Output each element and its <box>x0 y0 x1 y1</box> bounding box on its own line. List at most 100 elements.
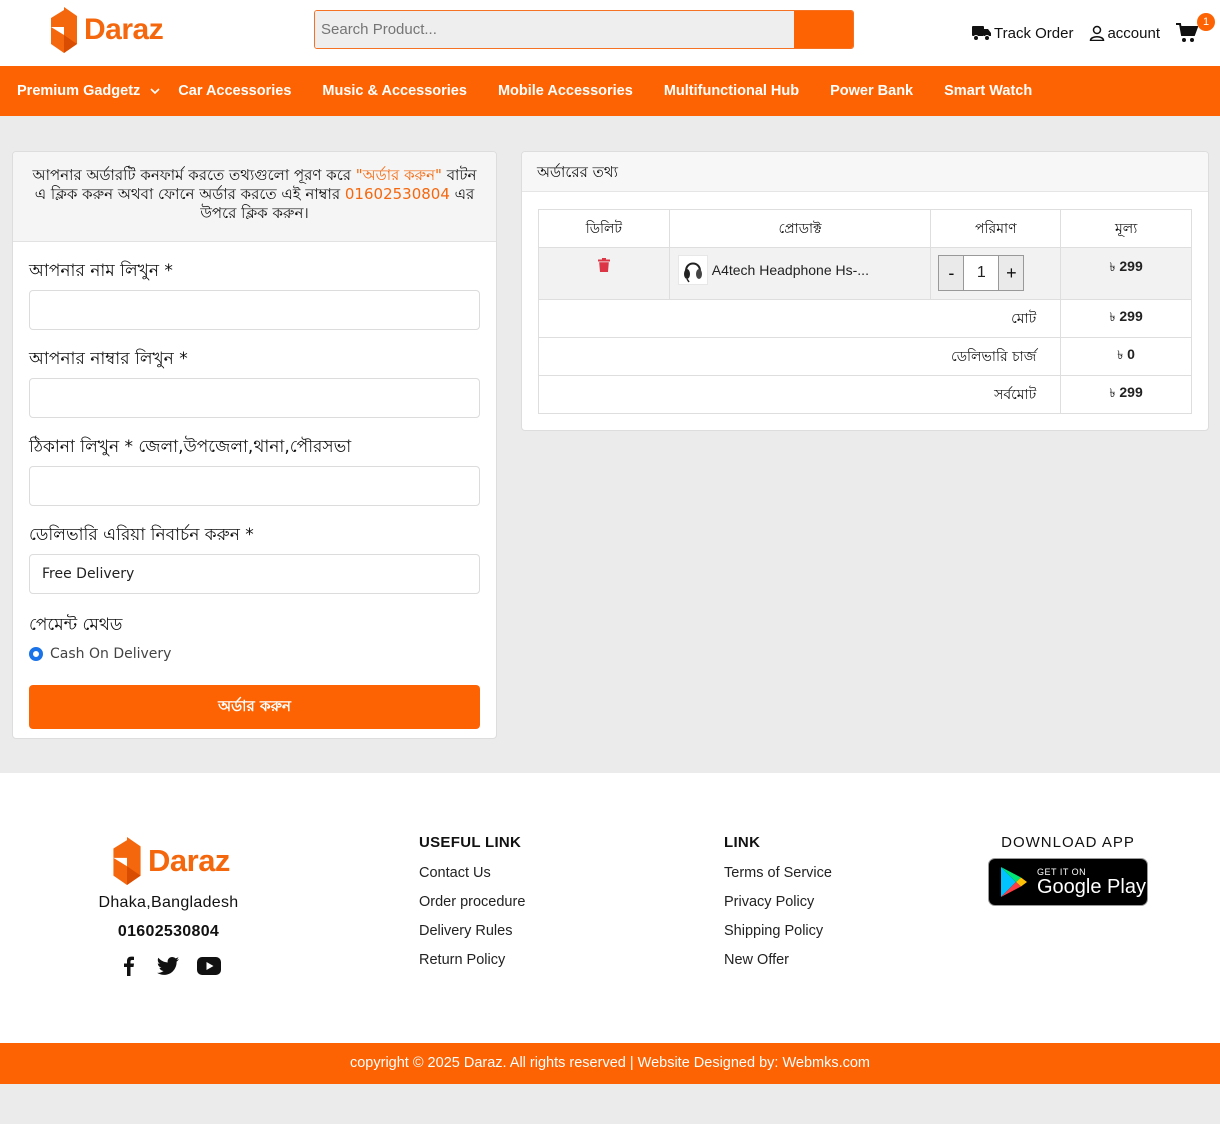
payment-option-cod[interactable]: Cash On Delivery <box>29 646 480 662</box>
subtotal-label: মোট <box>537 299 1062 338</box>
copyright-bar: copyright © 2025 Daraz. All rights reser… <box>0 1043 1220 1084</box>
quantity-value[interactable]: 1 <box>964 255 999 291</box>
nav-item-premium-gadgetz[interactable]: Premium Gadgetz <box>17 83 160 99</box>
column-header-quantity: পরিমাণ <box>930 209 1062 248</box>
subtotal-cell: ৳ 299 <box>1060 299 1192 338</box>
delivery-area-select[interactable]: Free Delivery <box>29 554 480 594</box>
footer-link-order-procedure[interactable]: Order procedure <box>419 893 525 911</box>
table-header-row: ডিলিট প্রোডাক্ট পরিমাণ মূল্য <box>538 209 1192 248</box>
currency-symbol: ৳ <box>1109 260 1116 274</box>
delivery-charge-value: 0 <box>1127 346 1135 362</box>
footer-link-terms[interactable]: Terms of Service <box>724 864 832 882</box>
download-app-title: DOWNLOAD APP <box>1001 834 1135 851</box>
grand-total-row: সর্বমোট ৳ 299 <box>537 375 1192 414</box>
useful-links-title: USEFUL LINK <box>419 834 522 851</box>
youtube-icon[interactable] <box>197 957 221 975</box>
footer-link-new-offer[interactable]: New Offer <box>724 951 832 969</box>
payment-option-label: Cash On Delivery <box>50 646 172 662</box>
quantity-cell: - 1 + <box>930 247 1062 300</box>
footer-address: Dhaka,Bangladesh <box>98 894 239 911</box>
chevron-down-icon <box>150 87 160 94</box>
nav-item-power-bank[interactable]: Power Bank <box>830 83 913 99</box>
footer-link-shipping[interactable]: Shipping Policy <box>724 922 832 940</box>
item-price: 299 <box>1119 258 1143 274</box>
links-column: LINK Terms of Service Privacy Policy Shi… <box>724 834 832 980</box>
notice-order-highlight: "অর্ডার করুন" <box>355 166 442 184</box>
track-order-link[interactable]: Track Order <box>972 25 1073 42</box>
search-bar <box>314 10 854 49</box>
brand-logo[interactable]: Daraz <box>50 7 164 53</box>
product-name[interactable]: A4tech Headphone Hs-... <box>712 262 869 278</box>
order-instructions: আপনার অর্ডারটি কনফার্ম করতে তথ্যগুলো পূর… <box>13 152 496 242</box>
place-order-button[interactable]: অর্ডার করুন <box>29 685 480 729</box>
google-play-big-text: Google Play <box>1037 876 1146 898</box>
nav-item-music-accessories[interactable]: Music & Accessories <box>322 83 467 99</box>
delivery-charge-row: ডেলিভারি চার্জ ৳ 0 <box>537 337 1192 376</box>
product-cell: A4tech Headphone Hs-... <box>668 247 932 300</box>
account-link[interactable]: account <box>1089 25 1160 42</box>
footer-link-privacy[interactable]: Privacy Policy <box>724 893 832 911</box>
column-header-product: প্রোডাক্ট <box>668 209 932 248</box>
footer-phone[interactable]: 01602530804 <box>0 923 337 941</box>
cart-count-badge: 1 <box>1197 13 1215 31</box>
currency-symbol: ৳ <box>1109 310 1116 324</box>
google-play-icon <box>1001 867 1027 897</box>
footer-link-delivery-rules[interactable]: Delivery Rules <box>419 922 525 940</box>
trash-icon[interactable] <box>597 258 610 272</box>
delivery-area-label: ডেলিভারি এরিয়া নিবার্চন করুন * <box>29 525 254 545</box>
delete-cell <box>538 247 670 300</box>
name-field[interactable] <box>29 290 480 330</box>
product-thumbnail <box>677 255 708 285</box>
subtotal-value: 299 <box>1119 308 1143 324</box>
google-play-badge[interactable]: GET IT ON Google Play <box>988 858 1148 906</box>
increase-quantity-button[interactable]: + <box>998 255 1025 291</box>
table-row: A4tech Headphone Hs-... - 1 + ৳ 299 <box>538 247 1192 300</box>
delivery-charge-cell: ৳ 0 <box>1060 337 1192 376</box>
nav-item-mobile-accessories[interactable]: Mobile Accessories <box>498 83 633 99</box>
grand-total-cell: ৳ 299 <box>1060 375 1192 414</box>
user-icon <box>1090 25 1105 41</box>
search-button[interactable] <box>794 11 853 48</box>
notice-phone-link[interactable]: 01602530804 <box>345 185 450 203</box>
nav-item-multifunctional-hub[interactable]: Multifunctional Hub <box>664 83 799 99</box>
column-header-price: মূল্য <box>1060 209 1192 248</box>
form-body: আপনার নাম লিখুন * আপনার নাম্বার লিখুন * … <box>13 242 496 729</box>
quantity-stepper: - 1 + <box>938 255 1060 291</box>
site-header: Daraz Track Order account <box>0 0 1220 66</box>
checkout-form-card: আপনার অর্ডারটি কনফার্ম করতে তথ্যগুলো পূর… <box>12 151 497 739</box>
cart-icon <box>1176 23 1198 42</box>
nav-item-smart-watch[interactable]: Smart Watch <box>944 83 1032 99</box>
footer-logo[interactable]: Daraz <box>112 837 230 885</box>
nav-item-label: Premium Gadgetz <box>17 83 141 99</box>
search-input[interactable] <box>315 11 794 48</box>
daraz-logo-icon <box>51 7 77 53</box>
google-play-text: GET IT ON Google Play <box>1037 867 1146 897</box>
track-order-label: Track Order <box>994 24 1074 42</box>
order-summary-card: অর্ডারের তথ্য ডিলিট প্রোডাক্ট পরিমাণ মূল… <box>521 151 1209 431</box>
footer-link-contact-us[interactable]: Contact Us <box>419 864 525 882</box>
radio-selected-icon[interactable] <box>29 647 43 661</box>
payment-method-title: পেমেন্ট মেথড <box>29 615 123 635</box>
footer-link-return-policy[interactable]: Return Policy <box>419 951 525 969</box>
cart-button[interactable]: 1 <box>1176 13 1220 48</box>
nav-item-car-accessories[interactable]: Car Accessories <box>178 83 291 99</box>
phone-field[interactable] <box>29 378 480 418</box>
address-label: ঠিকানা লিখুন * জেলা,উপজেলা,থানা,পৌরসভা <box>29 437 352 457</box>
currency-symbol: ৳ <box>1117 348 1124 362</box>
header-actions: Track Order account 1 <box>972 13 1220 48</box>
subtotal-row: মোট ৳ 299 <box>537 299 1192 338</box>
daraz-logo-icon <box>113 837 141 885</box>
footer-brand-name: Daraz <box>148 843 230 878</box>
facebook-icon[interactable] <box>119 956 139 976</box>
order-summary-title: অর্ডারের তথ্য <box>522 152 1208 192</box>
category-nav: Premium Gadgetz Car Accessories Music & … <box>0 66 1220 116</box>
decrease-quantity-button[interactable]: - <box>938 255 965 291</box>
useful-links-column: USEFUL LINK Contact Us Order procedure D… <box>419 834 525 980</box>
price-cell: ৳ 299 <box>1060 247 1192 300</box>
twitter-icon[interactable] <box>157 957 179 975</box>
headphone-icon <box>683 262 702 283</box>
delivery-charge-label: ডেলিভারি চার্জ <box>537 337 1062 376</box>
currency-symbol: ৳ <box>1109 386 1116 400</box>
column-header-delete: ডিলিট <box>538 209 670 248</box>
address-field[interactable] <box>29 466 480 506</box>
